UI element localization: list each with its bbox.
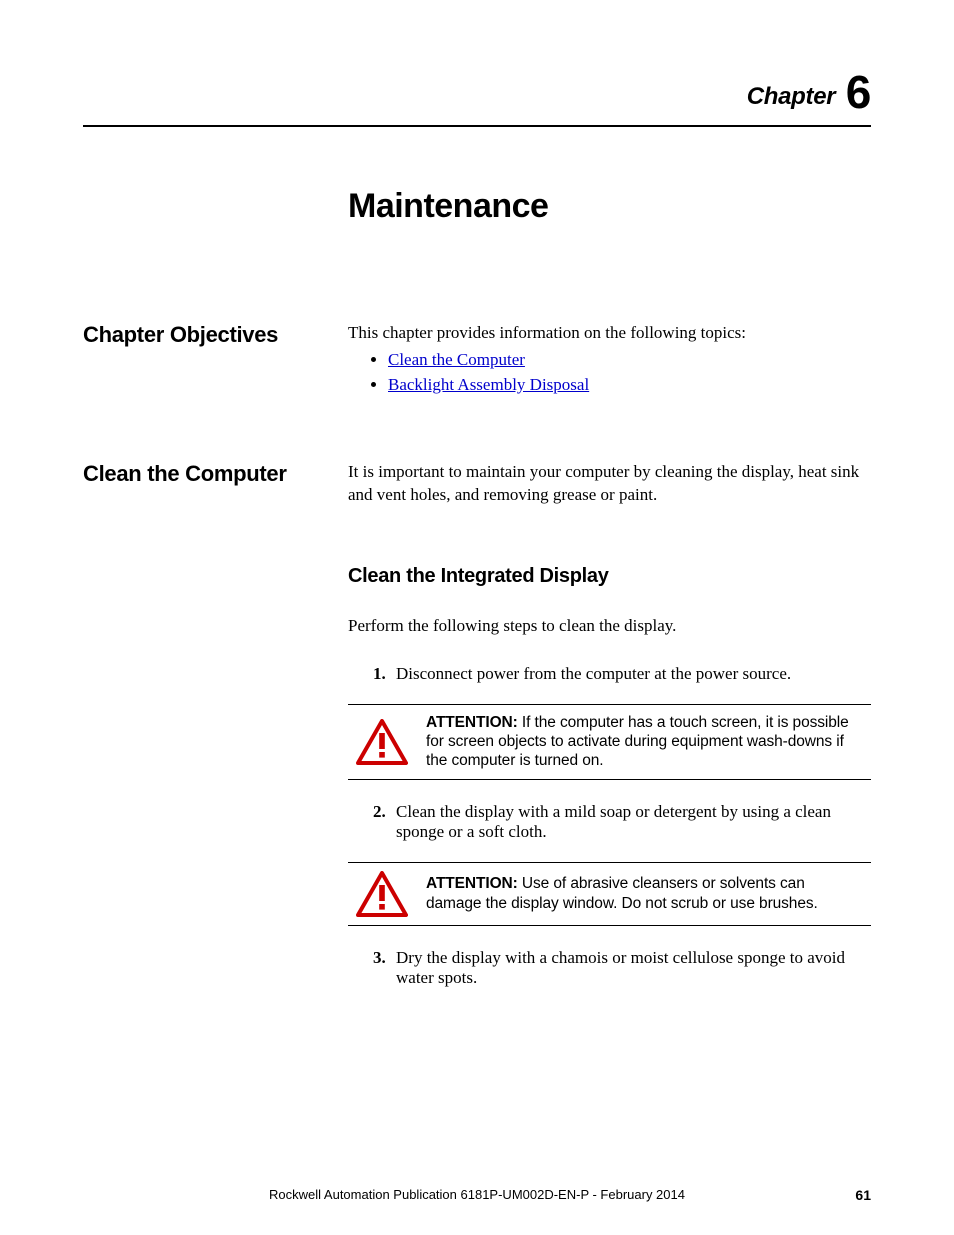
chapter-number: 6 — [846, 66, 871, 118]
attention-text: ATTENTION: Use of abrasive cleansers or … — [426, 874, 863, 913]
attention-box: ATTENTION: Use of abrasive cleansers or … — [348, 862, 871, 926]
attention-label: ATTENTION: — [426, 714, 518, 731]
footer-page-number: 61 — [855, 1187, 871, 1203]
steps-list: Disconnect power from the computer at th… — [348, 664, 871, 988]
attention-icon — [356, 871, 408, 917]
objectives-link-list: Clean the Computer Backlight Assembly Di… — [348, 349, 871, 397]
chapter-label: Chapter — [747, 83, 836, 110]
step-text: Dry the display with a chamois or moist … — [396, 948, 845, 987]
step-text: Clean the display with a mild soap or de… — [396, 802, 831, 841]
step-text: Disconnect power from the computer at th… — [396, 664, 791, 683]
step-item: Disconnect power from the computer at th… — [390, 664, 871, 780]
attention-box: ATTENTION: If the computer has a touch s… — [348, 704, 871, 780]
clean-intro: It is important to maintain your compute… — [348, 461, 871, 507]
page-footer: Rockwell Automation Publication 6181P-UM… — [0, 1187, 954, 1203]
section-heading-objectives: Chapter Objectives — [83, 322, 348, 399]
attention-label: ATTENTION: — [426, 875, 518, 892]
section-heading-clean: Clean the Computer — [83, 461, 348, 511]
clean-lead: Perform the following steps to clean the… — [348, 616, 871, 636]
subheading-clean-display: Clean the Integrated Display — [348, 565, 871, 588]
objectives-intro: This chapter provides information on the… — [348, 322, 871, 345]
attention-text: ATTENTION: If the computer has a touch s… — [426, 713, 863, 771]
page-title: Maintenance — [348, 187, 871, 226]
list-item: Clean the Computer — [388, 349, 871, 372]
link-clean-computer[interactable]: Clean the Computer — [388, 350, 525, 369]
step-item: Clean the display with a mild soap or de… — [390, 802, 871, 926]
step-item: Dry the display with a chamois or moist … — [390, 948, 871, 988]
chapter-header: Chapter 6 — [83, 65, 871, 127]
footer-publication: Rockwell Automation Publication 6181P-UM… — [0, 1187, 954, 1202]
attention-icon — [356, 719, 408, 765]
link-backlight-disposal[interactable]: Backlight Assembly Disposal — [388, 375, 589, 394]
list-item: Backlight Assembly Disposal — [388, 374, 871, 397]
